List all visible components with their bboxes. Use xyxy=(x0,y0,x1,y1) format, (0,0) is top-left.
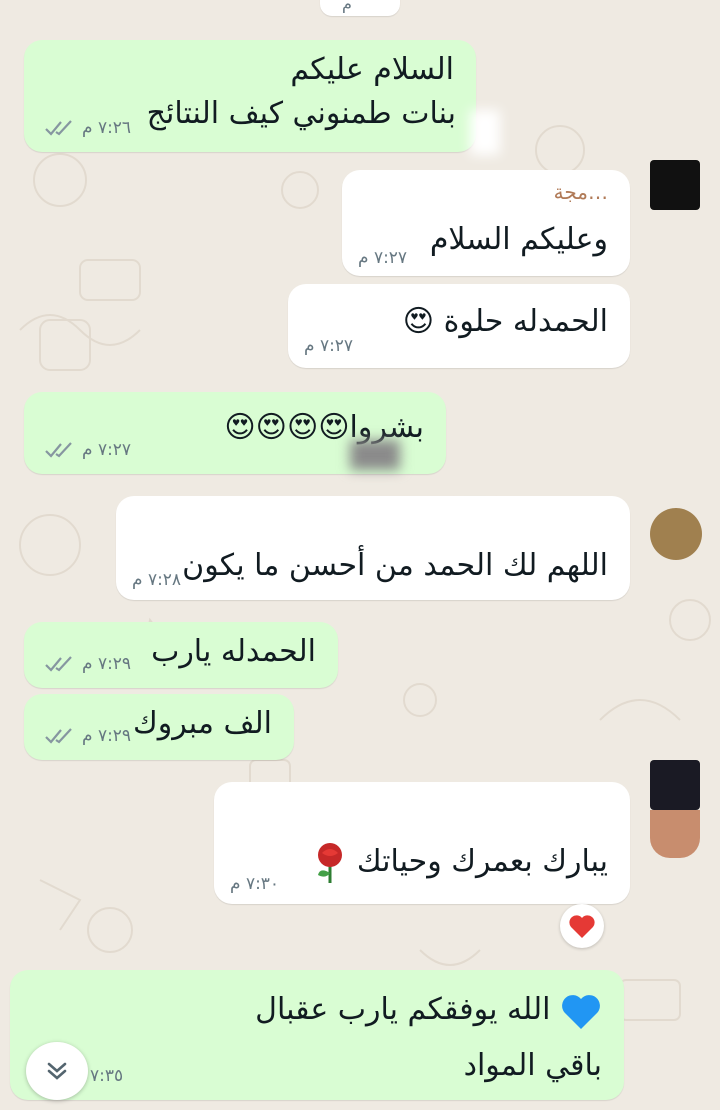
avatar xyxy=(650,760,700,810)
rose-icon xyxy=(318,842,343,883)
message-text-content: الله يوفقكم يارب عقبال xyxy=(255,992,551,1027)
sender-name: …مجة xyxy=(553,180,608,204)
message-meta: ٧:٢٨ م xyxy=(132,570,181,590)
message-time: ٧:٣٠ م xyxy=(230,874,280,894)
message-time: ٧:٣٥ xyxy=(90,1066,124,1086)
message-time: ٧:٢٧ م xyxy=(304,336,354,356)
message-text: الله يوفقكم يارب عقبال xyxy=(255,988,602,1032)
message-time: ٧:٢٩ م xyxy=(82,654,132,674)
red-heart-icon xyxy=(569,915,595,938)
message-bubble-outgoing[interactable]: الله يوفقكم يارب عقبال باقي المواد ٧:٣٥ xyxy=(10,970,624,1100)
double-check-icon xyxy=(45,656,72,672)
message-bubble-outgoing[interactable]: الحمدله يارب ٧:٢٩ م xyxy=(24,622,338,688)
double-check-icon xyxy=(45,728,72,744)
avatar xyxy=(650,508,702,560)
message-meta: ٧:٢٧ م xyxy=(44,440,131,460)
message-text: يبارك بعمرك وحياتك xyxy=(313,840,608,885)
message-text: بنات طمنوني كيف النتائج xyxy=(146,96,456,131)
message-text: الحمدله يارب xyxy=(151,634,316,669)
scroll-to-bottom-button[interactable] xyxy=(26,1042,88,1100)
message-bubble-outgoing[interactable]: السلام عليكم بنات طمنوني كيف النتائج ٧:٢… xyxy=(24,40,476,152)
message-bubble-incoming[interactable]: يبارك بعمرك وحياتك ٧:٣٠ م xyxy=(214,782,630,904)
message-time: ٧:٢٧ م xyxy=(358,248,408,268)
message-text-content: يبارك بعمرك وحياتك xyxy=(356,844,608,879)
message-meta: ٧:٢٩ م xyxy=(44,726,131,746)
message-text: وعليكم السلام xyxy=(429,222,608,257)
message-time: ٧:٢٦ م xyxy=(82,118,132,138)
message-text: الف مبروك xyxy=(133,706,272,741)
message-meta: ٧:٣٠ م xyxy=(230,874,279,894)
previous-time-fragment: م xyxy=(342,0,352,13)
message-reaction[interactable] xyxy=(560,904,604,948)
message-time: ٧:٢٧ م xyxy=(82,440,132,460)
avatar xyxy=(650,160,700,210)
message-meta: ٧:٣٥ xyxy=(90,1066,123,1086)
message-bubble-incoming[interactable]: الحمدله حلوة 😍 ٧:٢٧ م xyxy=(288,284,630,368)
message-time: ٧:٢٩ م xyxy=(82,726,132,746)
message-text: السلام عليكم xyxy=(290,52,454,87)
message-text: الحمدله حلوة 😍 xyxy=(402,304,608,339)
message-meta: ٧:٢٩ م xyxy=(44,654,131,674)
message-text: اللهم لك الحمد من أحسن ما يكون xyxy=(182,548,608,583)
double-check-icon xyxy=(45,442,72,458)
message-bubble-incoming[interactable]: …مجة وعليكم السلام ٧:٢٧ م xyxy=(342,170,630,276)
redaction-patch xyxy=(470,110,500,155)
previous-message-fragment: م xyxy=(320,0,400,16)
message-time: ٧:٢٨ م xyxy=(132,570,182,590)
message-meta: ٧:٢٧ م xyxy=(304,336,353,356)
redaction-patch xyxy=(350,440,400,470)
message-meta: ٧:٢٦ م xyxy=(44,118,131,138)
message-bubble-outgoing[interactable]: الف مبروك ٧:٢٩ م xyxy=(24,694,294,760)
message-bubble-incoming[interactable]: اللهم لك الحمد من أحسن ما يكون ٧:٢٨ م xyxy=(116,496,630,600)
message-meta: ٧:٢٧ م xyxy=(358,248,407,268)
avatar xyxy=(650,810,700,858)
double-check-icon xyxy=(45,120,72,136)
message-text: باقي المواد xyxy=(463,1048,602,1083)
blue-heart-icon xyxy=(562,994,600,1029)
double-chevron-down-icon xyxy=(47,1062,67,1080)
